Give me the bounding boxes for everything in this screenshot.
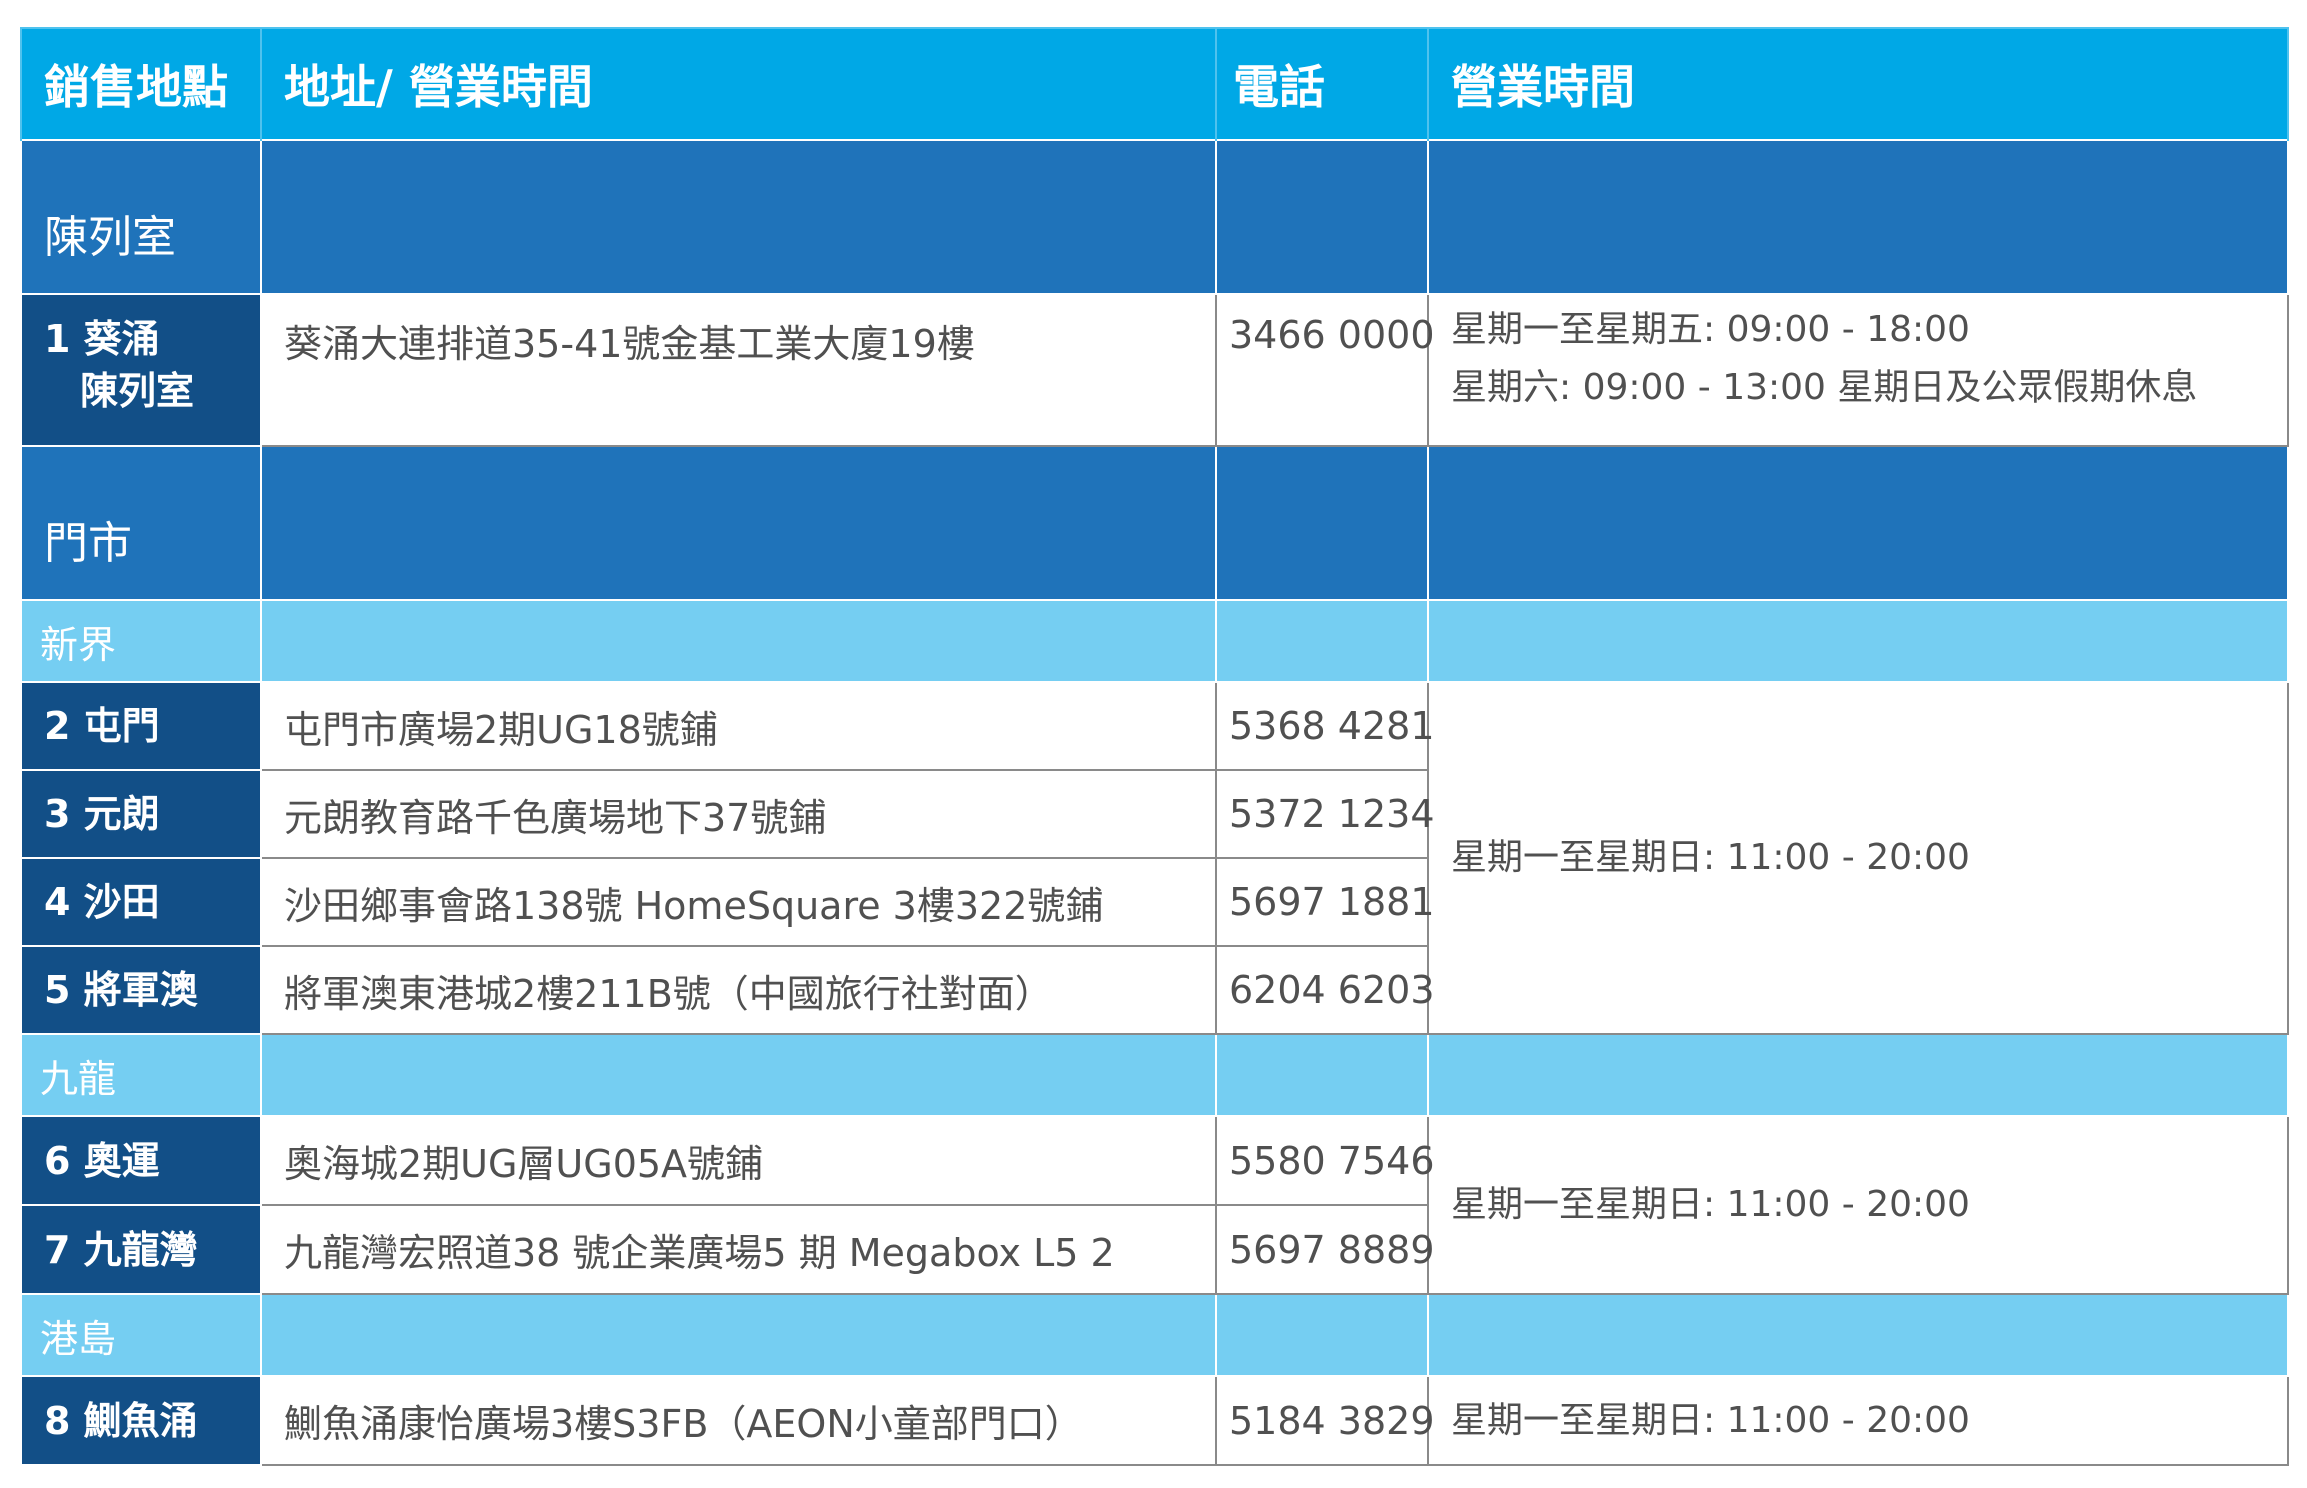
location-name: 4 沙田: [20, 857, 262, 947]
phone-cell: 5184 3829: [1215, 1375, 1435, 1466]
location-name: 2 屯門: [20, 681, 262, 771]
address-cell: 葵涌大連排道35-41號金基工業大廈19樓: [260, 293, 1217, 447]
store-locations-table: 銷售地點 地址/ 營業時間 電話 營業時間 陳列室 1 葵涌 陳列室 葵涌大連排…: [20, 27, 2289, 1466]
location-name: 3 元朗: [20, 769, 262, 859]
region-row-nt: 新界: [20, 599, 2289, 683]
phone-cell: 5697 1881: [1215, 857, 1435, 947]
header-phone: 電話: [1215, 27, 1429, 140]
phone-cell: 5372 1234: [1215, 769, 1435, 859]
location-cell: 1 葵涌 陳列室: [20, 293, 262, 447]
location-name: 6 奧運: [20, 1115, 262, 1206]
phone-cell: 5697 8889: [1215, 1204, 1435, 1295]
hours-cell: 星期一至星期五: 09:00 - 18:00 星期六: 09:00 - 13:0…: [1427, 293, 2289, 447]
region-label-kowloon: 九龍: [20, 1033, 262, 1117]
hours-cell: 星期一至星期日: 11:00 - 20:00: [1427, 1115, 2289, 1295]
phone-cell: 6204 6203: [1215, 945, 1435, 1035]
address-cell: 九龍灣宏照道38 號企業廣場5 期 Megabox L5 2: [260, 1204, 1217, 1295]
address-cell: 沙田鄉事會路138號 HomeSquare 3樓322號鋪: [260, 857, 1217, 947]
hours-weekend: 星期六: 09:00 - 13:00 星期日及公眾假期休息: [1451, 367, 2198, 408]
hours-weekday: 星期一至星期五: 09:00 - 18:00: [1451, 309, 1970, 350]
phone-cell: 5580 7546: [1215, 1115, 1435, 1206]
region-label-hk: 港島: [20, 1293, 262, 1377]
table-row: 6 奧運 奧海城2期UG層UG05A號鋪 5580 7546 星期一至星期日: …: [20, 1115, 2289, 1295]
address-cell: 元朗教育路千色廣場地下37號鋪: [260, 769, 1217, 859]
section-row-showroom: 陳列室: [20, 139, 2289, 295]
table-header-row: 銷售地點 地址/ 營業時間 電話 營業時間: [20, 27, 2289, 140]
location-name: 8 鰂魚涌: [20, 1375, 262, 1466]
region-label-nt: 新界: [20, 599, 262, 683]
region-row-kowloon: 九龍: [20, 1033, 2289, 1117]
location-name: 1 葵涌: [44, 317, 160, 361]
phone-cell: 3466 0000: [1215, 293, 1435, 447]
phone-cell: 5368 4281: [1215, 681, 1435, 771]
table-row: 8 鰂魚涌 鰂魚涌康怡廣場3樓S3FB（AEON小童部門口） 5184 3829…: [20, 1375, 2289, 1466]
address-cell: 奧海城2期UG層UG05A號鋪: [260, 1115, 1217, 1206]
hours-cell: 星期一至星期日: 11:00 - 20:00: [1427, 1375, 2289, 1466]
table-row: 1 葵涌 陳列室 葵涌大連排道35-41號金基工業大廈19樓 3466 0000…: [20, 293, 2289, 447]
section-label-stores: 門市: [20, 445, 262, 601]
location-name: 7 九龍灣: [20, 1204, 262, 1295]
address-cell: 鰂魚涌康怡廣場3樓S3FB（AEON小童部門口）: [260, 1375, 1217, 1466]
section-label-showroom: 陳列室: [20, 139, 262, 295]
hours-cell: 星期一至星期日: 11:00 - 20:00: [1427, 681, 2289, 1035]
region-row-hk: 港島: [20, 1293, 2289, 1377]
location-name-line2: 陳列室: [80, 369, 195, 413]
section-row-stores: 門市: [20, 445, 2289, 601]
address-cell: 將軍澳東港城2樓211B號（中國旅行社對面）: [260, 945, 1217, 1035]
header-hours: 營業時間: [1427, 27, 2289, 140]
header-location: 銷售地點: [20, 27, 262, 140]
table-row: 2 屯門 屯門市廣場2期UG18號鋪 5368 4281 星期一至星期日: 11…: [20, 681, 2289, 1035]
address-cell: 屯門市廣場2期UG18號鋪: [260, 681, 1217, 771]
header-address: 地址/ 營業時間: [260, 27, 1217, 140]
location-name: 5 將軍澳: [20, 945, 262, 1035]
